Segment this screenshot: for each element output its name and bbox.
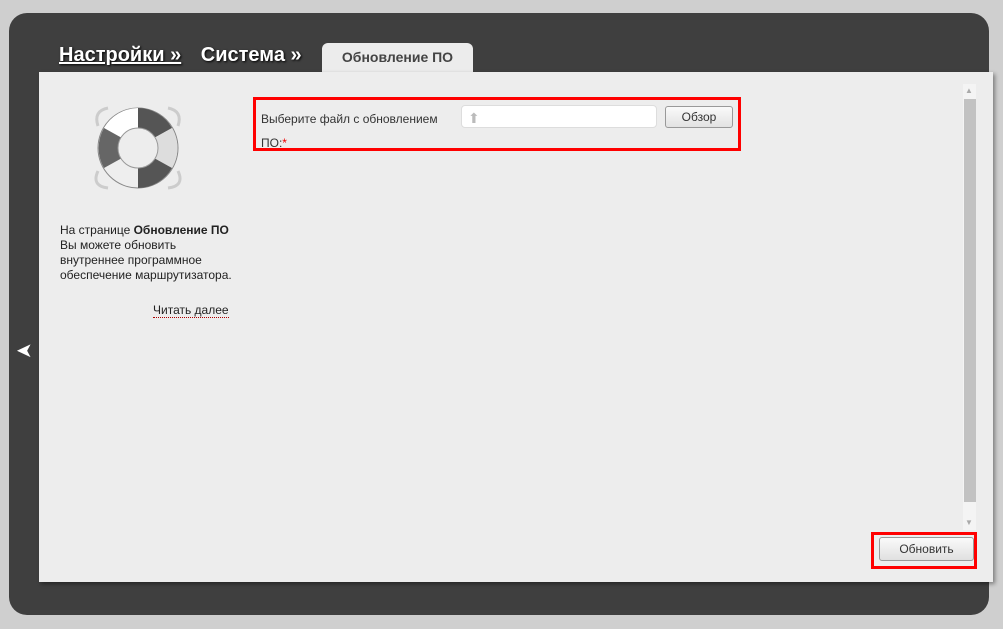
scrollbar[interactable]: ▲ ▼ [963,84,976,530]
desc-bold: Обновление ПО [133,223,229,237]
file-label: Выберите файл с обновлением ПО:* [261,107,451,155]
breadcrumb-settings[interactable]: Настройки » [59,44,181,66]
desc-text: На странице [60,223,134,237]
breadcrumb: Настройки » Система » [59,44,316,67]
update-button[interactable]: Обновить [879,537,974,561]
required-mark: * [282,136,287,150]
breadcrumb-system[interactable]: Система » [201,44,302,66]
read-more-link[interactable]: Читать далее [153,303,229,318]
file-input[interactable]: ⬆ [461,105,657,128]
browse-button[interactable]: Обзор [665,106,733,128]
lifebuoy-icon [94,106,182,190]
scrollbar-thumb[interactable] [964,99,976,502]
desc-text-rest: Вы можете обновить внутреннее программно… [60,238,232,282]
upload-icon: ⬆ [468,110,480,126]
scroll-down-icon[interactable]: ▼ [965,518,973,527]
file-label-text: Выберите файл с обновлением ПО: [261,112,438,150]
back-arrow-icon[interactable]: ➤ [16,338,33,363]
scroll-up-icon[interactable]: ▲ [965,86,973,95]
page-description: На странице Обновление ПО Вы можете обно… [60,223,235,283]
tab-firmware-update[interactable]: Обновление ПО [322,43,473,73]
